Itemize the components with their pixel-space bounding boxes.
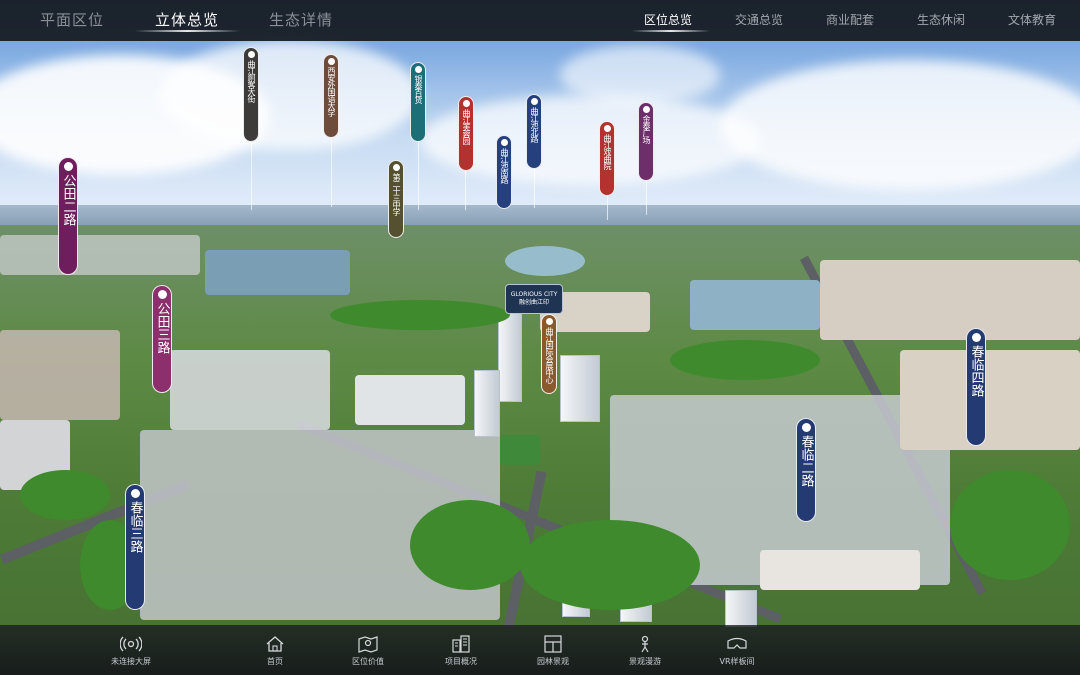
building-cluster [820, 260, 1080, 340]
pin-chunlin-4th-road[interactable]: 春临四路 [966, 328, 986, 446]
pin-dot-icon [545, 318, 553, 325]
nav-item-home[interactable]: 首页 [235, 635, 315, 667]
pin-qujiang-chuangke-street[interactable]: 曲江創客大街 [243, 47, 259, 142]
pin-stem [418, 140, 419, 210]
pin-xisu-university[interactable]: 西安外国语大学 [323, 54, 339, 138]
pin-stem [251, 140, 252, 210]
pin-dot-icon [414, 66, 422, 73]
tab-commercial-facilities[interactable]: 商业配套 [826, 11, 874, 28]
pin-qujiang-furongyuan[interactable]: 曲江芙蓉园 [458, 96, 474, 171]
buildings-icon [452, 635, 470, 653]
tab-3d-overview[interactable]: 立体总览 [155, 9, 219, 30]
tower [474, 370, 500, 437]
building-cluster [170, 350, 330, 430]
pin-qujiang-xiquyuan[interactable]: 曲江戏曲院 [599, 121, 615, 196]
pin-stem [607, 195, 608, 220]
pin-dot-icon [247, 51, 255, 58]
nav-item-garden-landscape[interactable]: 园林景观 [513, 635, 593, 667]
cloud [560, 45, 720, 105]
walking-person-icon [641, 635, 649, 653]
building-cluster [0, 330, 120, 420]
pin-chunlin-2nd-road[interactable]: 春临二路 [796, 418, 816, 522]
pin-dot-icon [530, 98, 538, 105]
tree-clump [950, 470, 1070, 580]
building-cluster [0, 235, 200, 275]
pin-dot-icon [642, 106, 650, 113]
pin-qujiang-expo-center[interactable]: 曲江国际会展中心 [541, 314, 557, 394]
nav-item-vr-showroom[interactable]: VR样板间 [697, 635, 777, 667]
nav-item-location-value[interactable]: 区位价值 [328, 635, 408, 667]
tower [725, 590, 757, 627]
nav-item-screen-connect[interactable]: 未连接大屏 [91, 635, 171, 667]
tab-culture-education[interactable]: 文体教育 [1008, 11, 1056, 28]
vr-headset-icon [727, 637, 747, 649]
pin-dot-icon [801, 423, 811, 432]
pin-yintai-department[interactable]: 银泰百货 [410, 62, 426, 142]
pin-dot-icon [603, 125, 611, 132]
wireless-cast-icon [120, 636, 142, 652]
pin-gongtian-3rd-road[interactable]: 公田三路 [152, 285, 172, 393]
tower [498, 310, 522, 402]
pin-jintai-plaza[interactable]: 金泰广场 [638, 102, 654, 181]
tab-location-overview[interactable]: 区位总览 [644, 11, 692, 28]
cloud [160, 40, 420, 150]
window-frame-icon [544, 635, 562, 653]
nav-item-landscape-roaming[interactable]: 景观漫游 [605, 635, 685, 667]
pin-no23-middle-school[interactable]: 第二十三中学 [388, 160, 404, 238]
pin-dot-icon [327, 58, 335, 65]
sports-field [500, 435, 540, 465]
tree-clump [670, 340, 820, 380]
tree-clump [520, 520, 700, 610]
active-tab-indicator [632, 30, 710, 32]
pin-stem [465, 170, 466, 210]
lake [505, 246, 585, 276]
bottom-navigation-bar: 未连接大屏 首页 区位价值 项目概况 园林景观 景观漫游 VR样板间 [0, 625, 1080, 675]
pin-dot-icon [130, 489, 140, 498]
map-location-icon [358, 636, 378, 653]
pin-stem [646, 180, 647, 215]
tower [560, 355, 600, 422]
tab-ecology-details[interactable]: 生态详情 [269, 9, 333, 30]
cloud [720, 60, 1080, 190]
project-logo-marker[interactable]: GLORIOUS CITY 融创曲江印 [505, 284, 563, 314]
pin-qujiangchi-south-road[interactable]: 曲江池南路 [496, 135, 512, 209]
building-cluster [355, 375, 465, 425]
pin-qujiangchi-north-road[interactable]: 曲江池北路 [526, 94, 542, 169]
building-cluster [205, 250, 350, 295]
tab-plane-location[interactable]: 平面区位 [40, 9, 104, 30]
pin-gongtian-2nd-road[interactable]: 公田二路 [58, 157, 78, 275]
tree-clump [410, 500, 530, 590]
tab-traffic-overview[interactable]: 交通总览 [735, 11, 783, 28]
building-cluster [900, 350, 1080, 450]
nav-item-project-overview[interactable]: 项目概况 [421, 635, 501, 667]
building-cluster [690, 280, 820, 330]
tree-clump [330, 300, 510, 330]
home-icon [266, 636, 284, 652]
top-navigation-bar: 平面区位 立体总览 生态详情 区位总览 交通总览 商业配套 生态休闲 文体教育 [0, 0, 1080, 41]
pin-stem [534, 168, 535, 208]
pin-dot-icon [63, 162, 73, 171]
pin-dot-icon [971, 333, 981, 342]
train-station [760, 550, 920, 590]
pin-dot-icon [392, 164, 400, 171]
tab-ecological-leisure[interactable]: 生态休闲 [917, 11, 965, 28]
active-tab-indicator [135, 30, 240, 32]
pin-chunlin-3rd-road[interactable]: 春临三路 [125, 484, 145, 610]
pin-dot-icon [462, 100, 470, 107]
pin-stem [331, 137, 332, 207]
pin-dot-icon [500, 139, 508, 146]
tree-clump [20, 470, 110, 520]
pin-dot-icon [157, 290, 167, 299]
